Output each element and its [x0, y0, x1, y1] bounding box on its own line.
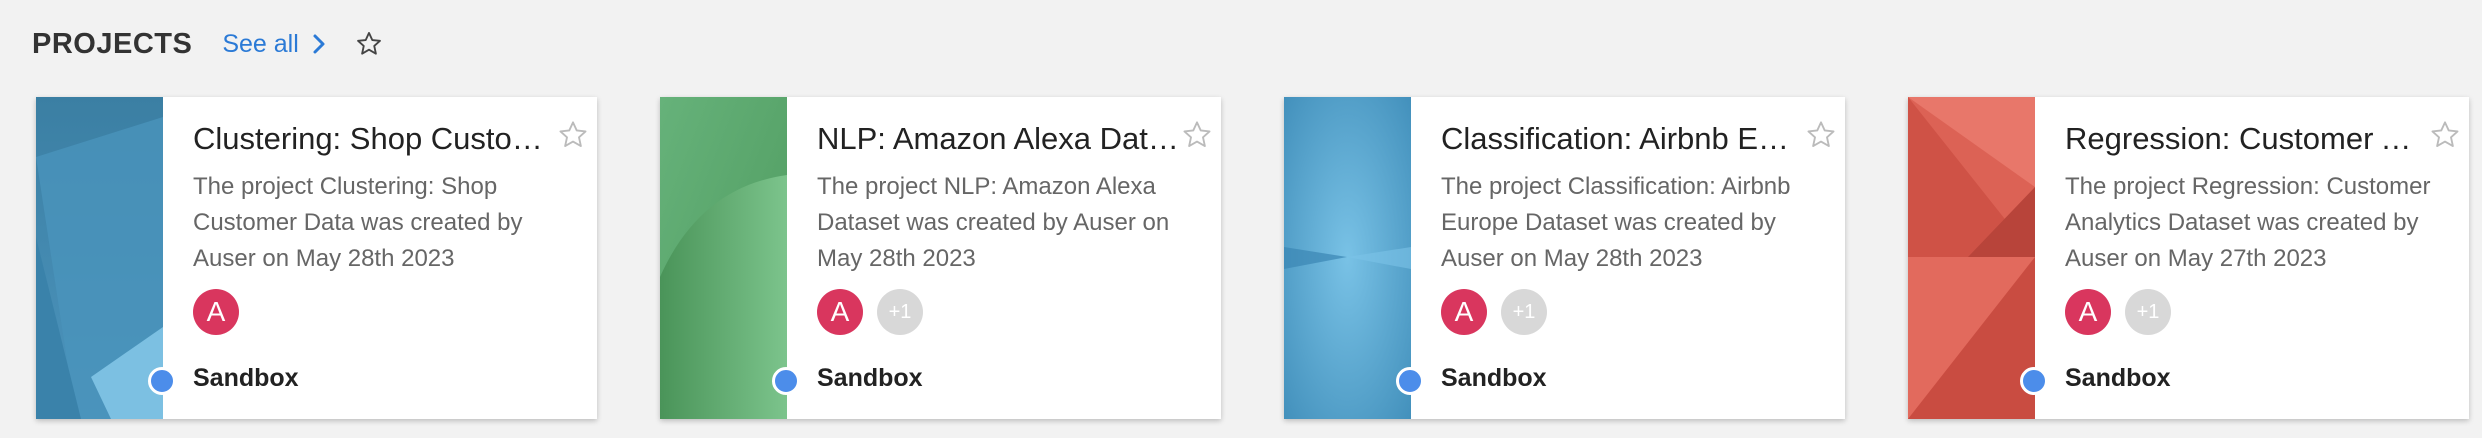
star-outline-icon[interactable] — [1805, 119, 1837, 151]
project-type: Sandbox — [817, 364, 923, 392]
project-thumbnail — [1908, 97, 2035, 419]
project-card[interactable]: Clustering: Shop Customer Data The proje… — [36, 97, 597, 419]
card-title[interactable]: Classification: Airbnb Europe Dataset — [1441, 119, 1803, 159]
avatar[interactable]: A — [193, 289, 239, 335]
member-avatars: A +1 — [2065, 289, 2171, 335]
extra-members-badge[interactable]: +1 — [1501, 289, 1547, 335]
status-dot — [2020, 367, 2048, 395]
member-avatars: A +1 — [817, 289, 923, 335]
project-type: Sandbox — [1441, 364, 1547, 392]
star-outline-icon[interactable] — [557, 119, 589, 151]
member-avatars: A — [193, 289, 239, 335]
chevron-right-icon — [313, 34, 325, 54]
project-type: Sandbox — [193, 364, 299, 392]
see-all-label: See all — [222, 29, 299, 58]
project-thumbnail — [36, 97, 163, 419]
avatar[interactable]: A — [1441, 289, 1487, 335]
project-type: Sandbox — [2065, 364, 2171, 392]
card-description: The project Clustering: Shop Customer Da… — [193, 173, 523, 272]
project-thumbnail — [660, 97, 787, 419]
status-dot — [148, 367, 176, 395]
projects-header: PROJECTS See all — [32, 20, 383, 68]
status-dot — [772, 367, 800, 395]
avatar[interactable]: A — [2065, 289, 2111, 335]
card-description: The project Classification: Airbnb Europ… — [1441, 173, 1791, 272]
project-thumbnail — [1284, 97, 1411, 419]
card-description: The project NLP: Amazon Alexa Dataset wa… — [817, 173, 1170, 272]
card-title[interactable]: NLP: Amazon Alexa Dataset — [817, 119, 1179, 159]
avatar[interactable]: A — [817, 289, 863, 335]
see-all-link[interactable]: See all — [222, 30, 326, 59]
card-title[interactable]: Clustering: Shop Customer Data — [193, 119, 555, 159]
project-card[interactable]: Classification: Airbnb Europe Dataset Th… — [1284, 97, 1845, 419]
star-outline-icon[interactable] — [355, 30, 383, 58]
project-card[interactable]: NLP: Amazon Alexa Dataset The project NL… — [660, 97, 1221, 419]
star-outline-icon[interactable] — [1181, 119, 1213, 151]
section-title: PROJECTS — [32, 27, 193, 60]
project-card[interactable]: Regression: Customer Analytics Dataset T… — [1908, 97, 2469, 419]
card-title[interactable]: Regression: Customer Analytics Dataset — [2065, 119, 2427, 159]
card-description: The project Regression: Customer Analyti… — [2065, 173, 2431, 272]
star-outline-icon[interactable] — [2429, 119, 2461, 151]
status-dot — [1396, 367, 1424, 395]
extra-members-badge[interactable]: +1 — [2125, 289, 2171, 335]
extra-members-badge[interactable]: +1 — [877, 289, 923, 335]
member-avatars: A +1 — [1441, 289, 1547, 335]
